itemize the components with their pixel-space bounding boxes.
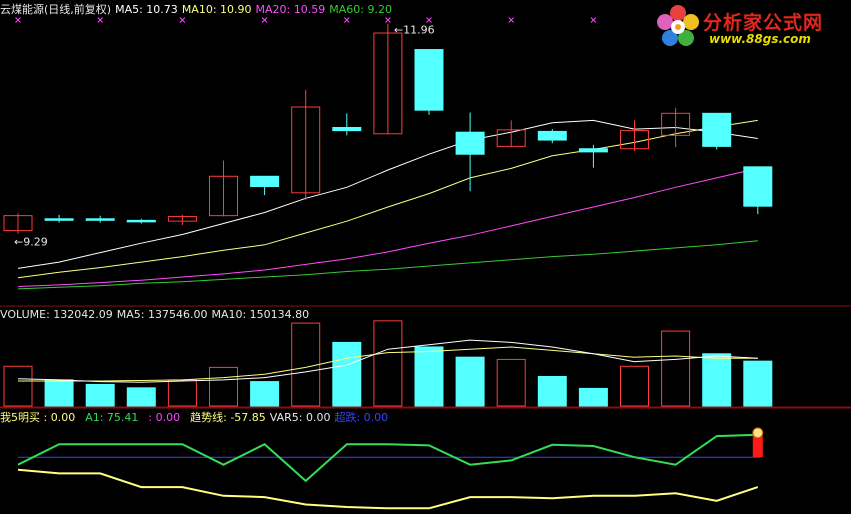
site-logo: 分析家公式网 www.88gs.com [655, 4, 845, 50]
candle-down [537, 130, 567, 141]
logo-name: 分析家公式网 [703, 12, 824, 34]
volume-bar-up [3, 365, 33, 407]
volume-bar-down [743, 360, 773, 407]
signal-marker [343, 17, 350, 23]
candle-down [455, 131, 485, 155]
money-bag-icon [752, 427, 764, 439]
volume-bar-down [537, 375, 567, 407]
chart-canvas[interactable]: ←9.29 ←11.96 [0, 0, 851, 514]
trend-line [17, 468, 759, 510]
volume-ma5-line [17, 339, 758, 383]
volume-bar-down [702, 353, 732, 407]
volume-header: VOLUME: 132042.09 MA5: 137546.00 MA10: 150… [0, 308, 313, 322]
chaodie-readout: 超跌: 0.00 [334, 411, 389, 424]
signal-marker [385, 17, 391, 23]
candle-down [414, 49, 444, 111]
volume-bar-down [85, 383, 115, 407]
a1-line [17, 433, 758, 483]
volume-bar-down [414, 346, 444, 407]
signal-marker [508, 17, 515, 23]
vol-ma10-readout: MA10: 150134.80 [211, 308, 310, 321]
stock-chart-window: ←9.29 ←11.96 云煤能源(日线,前复权) MA5: 10.73 MA10: … [0, 0, 851, 514]
candle-down [578, 148, 608, 153]
trend-readout: 趋势线: -57.85 [190, 411, 266, 424]
volume-bar-down [44, 379, 74, 407]
volume-bar-up [167, 379, 197, 407]
volume-ma10-line [18, 346, 758, 382]
candle-down [250, 175, 280, 188]
price-title: 云煤能源(日线,前复权) [0, 3, 112, 16]
indicator-header: 我5明买 : 0.00 A1: 75.41 : 0.00 趋势线: -57.85 VAR… [0, 411, 392, 425]
ma5-readout: MA5: 10.73 [115, 3, 178, 16]
volume-bar-up [496, 358, 526, 407]
blank-readout: : 0.00 [148, 411, 181, 424]
price-annotation: ←11.96 [394, 24, 435, 37]
price-header: 云煤能源(日线,前复权) MA5: 10.73 MA10: 10.90 MA20: 1… [0, 3, 396, 17]
wo5-readout: 我5明买 : 0.00 [0, 411, 76, 424]
candle-down [743, 166, 773, 207]
volume-bar-down [578, 387, 608, 407]
signal-marker [261, 17, 268, 23]
ma10-line [17, 119, 758, 279]
vol-ma5-readout: MA5: 137546.00 [116, 308, 208, 321]
signal-marker [15, 17, 21, 23]
signal-marker [179, 17, 186, 23]
flower-logo-icon [657, 5, 699, 46]
volume-bar-up [373, 320, 403, 407]
var5-readout: VAR5: 0.00 [269, 411, 331, 424]
volume-bar-down [126, 387, 156, 407]
ma10-readout: MA10: 10.90 [181, 3, 252, 16]
price-annotation: ←9.29 [14, 236, 48, 249]
volume-bar-down [332, 341, 362, 407]
ma60-readout: MA60: 9.20 [329, 3, 392, 16]
a1-readout: A1: 75.41 [85, 411, 139, 424]
signal-marker [590, 17, 597, 23]
volume-bar-down [455, 356, 485, 407]
volume-bar-up [661, 330, 691, 407]
ma20-readout: MA20: 10.59 [255, 3, 326, 16]
volume-bar-up [620, 365, 649, 407]
buy-signal-bar [752, 436, 763, 458]
volume-bar-up [209, 366, 238, 407]
candle-down [332, 126, 362, 132]
logo-url: www.88gs.com [709, 32, 811, 46]
candle-down [85, 218, 115, 221]
volume-bar-up [291, 322, 321, 407]
signal-marker [97, 17, 104, 23]
volume-bar-down [250, 381, 280, 407]
candle-down [44, 218, 74, 221]
signal-marker [426, 17, 432, 23]
ma60-line [17, 240, 758, 290]
volume-readout: VOLUME: 132042.09 [0, 308, 113, 321]
candle-down [126, 219, 156, 223]
candle-down [702, 112, 732, 147]
